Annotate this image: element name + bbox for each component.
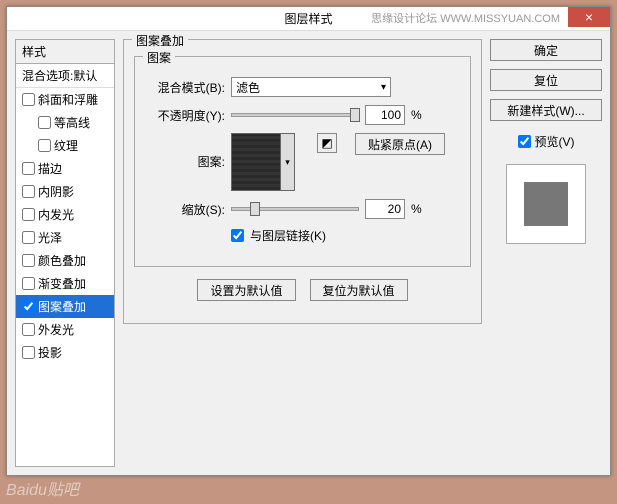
pattern-group: 图案 混合模式(B): 滤色 ▾ 不透明度(Y): 100 xyxy=(134,56,471,267)
scale-label: 缩放(S): xyxy=(145,201,225,218)
opacity-input[interactable]: 100 xyxy=(365,105,405,125)
styles-header[interactable]: 样式 xyxy=(16,40,114,64)
percent-label: % xyxy=(411,202,422,216)
style-label: 描边 xyxy=(38,160,62,177)
default-buttons-row: 设置为默认值 复位为默认值 xyxy=(134,279,471,301)
style-item-11[interactable]: 投影 xyxy=(16,341,114,364)
watermark: Baidu贴吧 xyxy=(6,476,79,500)
preview-label: 预览(V) xyxy=(535,133,575,150)
pattern-row: 图案: ▾ ◩ 贴紧原点(A) xyxy=(145,133,460,191)
scale-slider[interactable] xyxy=(231,207,359,211)
ok-button[interactable]: 确定 xyxy=(490,39,602,61)
dialog-content: 样式 混合选项:默认 斜面和浮雕等高线纹理描边内阴影内发光光泽颜色叠加渐变叠加图… xyxy=(7,31,610,475)
style-item-5[interactable]: 内发光 xyxy=(16,203,114,226)
style-item-4[interactable]: 内阴影 xyxy=(16,180,114,203)
blend-options-row[interactable]: 混合选项:默认 xyxy=(16,64,114,88)
style-item-10[interactable]: 外发光 xyxy=(16,318,114,341)
style-label: 纹理 xyxy=(54,137,78,154)
style-checkbox[interactable] xyxy=(22,231,35,244)
style-item-2[interactable]: 纹理 xyxy=(16,134,114,157)
style-item-1[interactable]: 等高线 xyxy=(16,111,114,134)
style-list: 斜面和浮雕等高线纹理描边内阴影内发光光泽颜色叠加渐变叠加图案叠加外发光投影 xyxy=(16,88,114,364)
style-item-0[interactable]: 斜面和浮雕 xyxy=(16,88,114,111)
style-label: 颜色叠加 xyxy=(38,252,86,269)
pattern-label: 图案: xyxy=(145,133,225,170)
scale-input[interactable]: 20 xyxy=(365,199,405,219)
opacity-row: 不透明度(Y): 100 % xyxy=(145,105,460,125)
style-label: 等高线 xyxy=(54,114,90,131)
style-checkbox[interactable] xyxy=(38,139,51,152)
style-label: 光泽 xyxy=(38,229,62,246)
new-preset-icon[interactable]: ◩ xyxy=(317,133,337,153)
style-item-7[interactable]: 颜色叠加 xyxy=(16,249,114,272)
link-row: 与图层链接(K) xyxy=(145,227,460,244)
style-checkbox[interactable] xyxy=(22,254,35,267)
set-default-button[interactable]: 设置为默认值 xyxy=(197,279,295,301)
titlebar: 图层样式 思缘设计论坛 WWW.MISSYUAN.COM × xyxy=(7,7,610,31)
style-checkbox[interactable] xyxy=(22,185,35,198)
style-label: 内发光 xyxy=(38,206,74,223)
opacity-slider[interactable] xyxy=(231,113,359,117)
blend-mode-row: 混合模式(B): 滤色 ▾ xyxy=(145,77,460,97)
style-checkbox[interactable] xyxy=(22,277,35,290)
preview-swatch xyxy=(524,182,568,226)
style-label: 投影 xyxy=(38,344,62,361)
snap-origin-button[interactable]: 贴紧原点(A) xyxy=(355,133,445,155)
style-checkbox[interactable] xyxy=(22,93,35,106)
chevron-down-icon: ▾ xyxy=(381,82,386,93)
style-label: 斜面和浮雕 xyxy=(38,91,98,108)
style-checkbox[interactable] xyxy=(38,116,51,129)
preview-box xyxy=(506,164,586,244)
style-checkbox[interactable] xyxy=(22,300,35,313)
blend-mode-label: 混合模式(B): xyxy=(145,79,225,96)
cancel-button[interactable]: 复位 xyxy=(490,69,602,91)
chevron-down-icon[interactable]: ▾ xyxy=(280,134,294,190)
link-with-layer-checkbox[interactable] xyxy=(231,229,244,242)
scale-row: 缩放(S): 20 % xyxy=(145,199,460,219)
branding-text: 思缘设计论坛 WWW.MISSYUAN.COM xyxy=(371,10,560,26)
pattern-overlay-group: 图案叠加 图案 混合模式(B): 滤色 ▾ 不透明度(Y): xyxy=(123,39,482,324)
style-label: 内阴影 xyxy=(38,183,74,200)
preview-checkbox[interactable] xyxy=(518,135,531,148)
style-checkbox[interactable] xyxy=(22,323,35,336)
preview-row: 预览(V) xyxy=(490,133,602,150)
new-style-button[interactable]: 新建样式(W)... xyxy=(490,99,602,121)
style-label: 渐变叠加 xyxy=(38,275,86,292)
options-panel: 图案叠加 图案 混合模式(B): 滤色 ▾ 不透明度(Y): xyxy=(123,39,482,467)
slider-thumb[interactable] xyxy=(250,202,260,216)
style-item-3[interactable]: 描边 xyxy=(16,157,114,180)
opacity-label: 不透明度(Y): xyxy=(145,107,225,124)
layer-style-dialog: 图层样式 思缘设计论坛 WWW.MISSYUAN.COM × 样式 混合选项:默… xyxy=(6,6,611,476)
close-button[interactable]: × xyxy=(568,7,610,27)
blend-mode-select[interactable]: 滤色 ▾ xyxy=(231,77,391,97)
pattern-swatch[interactable]: ▾ xyxy=(231,133,295,191)
style-label: 外发光 xyxy=(38,321,74,338)
percent-label: % xyxy=(411,108,422,122)
slider-thumb[interactable] xyxy=(350,108,360,122)
style-item-9[interactable]: 图案叠加 xyxy=(16,295,114,318)
style-label: 图案叠加 xyxy=(38,298,86,315)
style-item-6[interactable]: 光泽 xyxy=(16,226,114,249)
styles-panel: 样式 混合选项:默认 斜面和浮雕等高线纹理描边内阴影内发光光泽颜色叠加渐变叠加图… xyxy=(15,39,115,467)
style-checkbox[interactable] xyxy=(22,346,35,359)
link-with-layer-label: 与图层链接(K) xyxy=(250,227,326,244)
style-item-8[interactable]: 渐变叠加 xyxy=(16,272,114,295)
action-panel: 确定 复位 新建样式(W)... 预览(V) xyxy=(490,39,602,467)
group-legend: 图案叠加 xyxy=(132,32,188,49)
reset-default-button[interactable]: 复位为默认值 xyxy=(310,279,408,301)
style-checkbox[interactable] xyxy=(22,208,35,221)
blend-mode-value: 滤色 xyxy=(236,79,260,96)
pattern-legend: 图案 xyxy=(143,49,175,66)
style-checkbox[interactable] xyxy=(22,162,35,175)
